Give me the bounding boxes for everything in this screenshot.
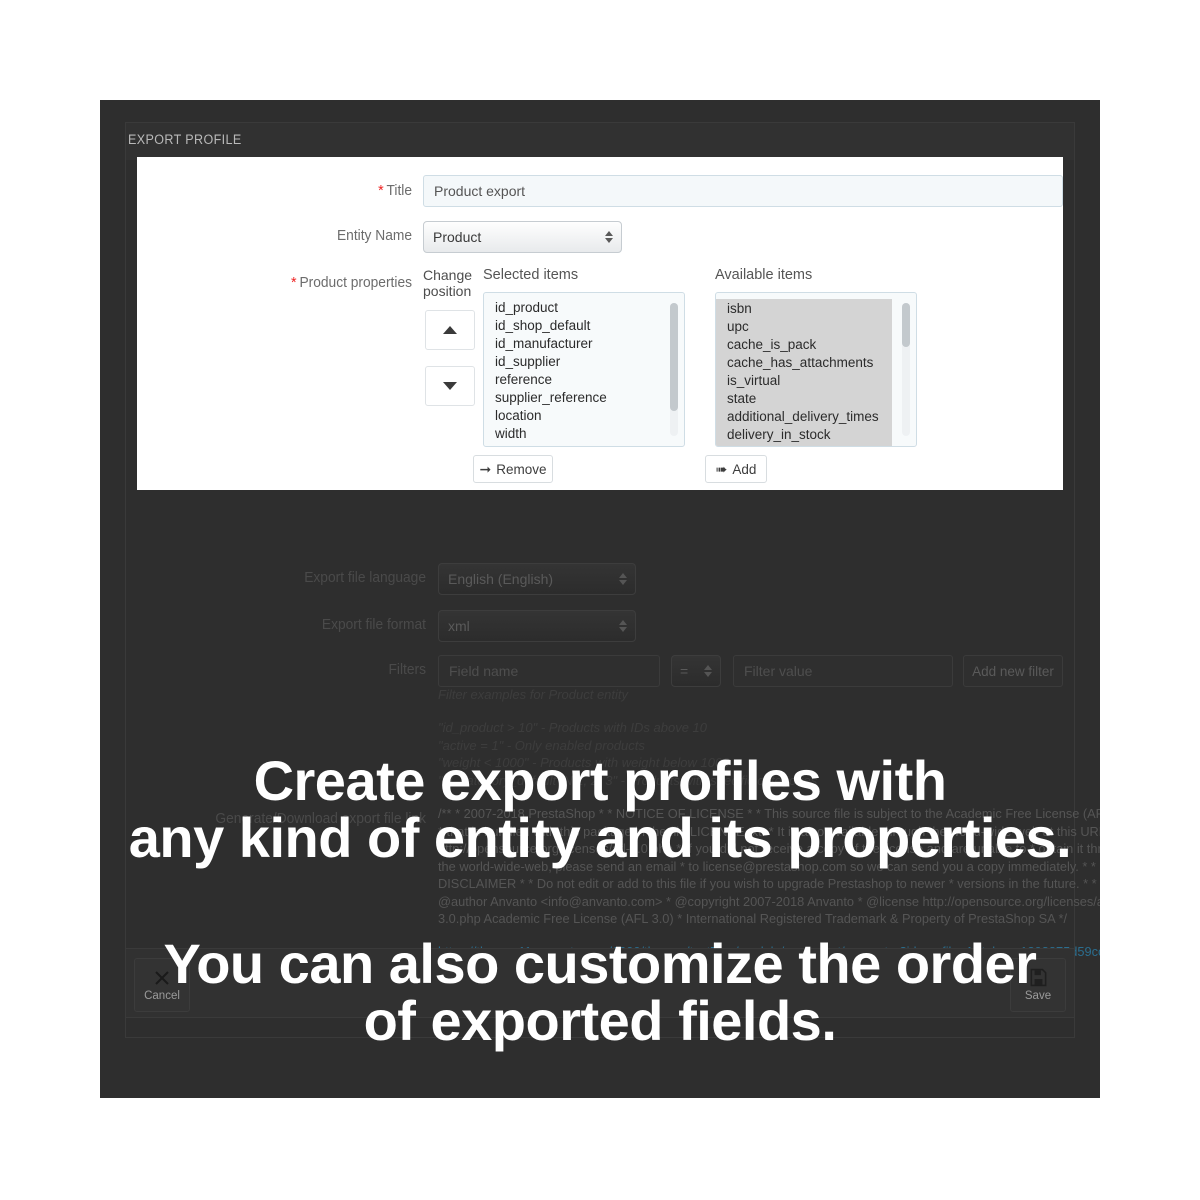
list-item[interactable]: isbn <box>716 300 892 318</box>
overlay-headline-2: You can also customize the order of expo… <box>0 935 1200 1049</box>
entity-name-label: Entity Name <box>336 228 412 244</box>
list-item[interactable]: delivery_in_stock <box>716 426 892 444</box>
selected-items-header: Selected items <box>483 267 579 283</box>
selected-items-listbox[interactable]: id_product id_shop_default id_manufacturer… <box>483 292 685 447</box>
filter-field-input[interactable]: Field name <box>438 655 660 687</box>
filter-operator-select[interactable]: = <box>671 655 721 687</box>
product-properties-required-asterisk: * <box>291 274 297 291</box>
available-items-scrollbar[interactable] <box>902 303 910 436</box>
arrow-left-icon: ➠ <box>715 461 728 477</box>
product-properties-label: * Product properties <box>179 274 412 291</box>
add-new-filter-label: Add new filter <box>972 663 1054 679</box>
select-arrows-icon <box>618 618 627 634</box>
move-up-button[interactable] <box>425 310 475 350</box>
title-label-text: Title <box>386 183 412 199</box>
overlay-line-3: You can also customize the order <box>163 932 1037 995</box>
available-items-listbox[interactable]: isbn upc cache_is_pack cache_has_attachment… <box>715 292 917 447</box>
change-position-label: Change position <box>423 267 473 299</box>
select-arrows-icon <box>618 571 627 587</box>
export-language-value: English (English) <box>448 571 554 587</box>
filter-field-placeholder: Field name <box>449 663 519 679</box>
filters-label: Filters <box>388 662 426 678</box>
title-value: Product export <box>434 183 526 199</box>
entity-name-value: Product <box>433 229 482 245</box>
list-item[interactable]: id_product <box>484 299 682 317</box>
arrow-right-icon: ➞ <box>479 461 492 477</box>
select-arrows-icon <box>703 663 712 679</box>
move-down-button[interactable] <box>425 366 475 406</box>
export-format-select[interactable]: xml <box>438 610 636 642</box>
available-items-header: Available items <box>715 267 813 283</box>
list-item[interactable]: is_virtual <box>716 372 892 390</box>
panel-header: EXPORT PROFILE <box>125 122 1075 160</box>
add-button[interactable]: ➠ Add <box>705 455 767 483</box>
export-format-value: xml <box>448 618 470 634</box>
chevron-up-icon <box>443 326 457 334</box>
entity-name-select[interactable]: Product <box>423 221 622 253</box>
overlay-headline-1: Create export profiles with any kind of … <box>0 752 1200 866</box>
list-item[interactable]: location <box>484 407 682 425</box>
overlay-line-2: any kind of entity and its properties. <box>128 806 1072 869</box>
remove-button-label: Remove <box>496 461 547 477</box>
page-title: EXPORT PROFILE <box>128 132 242 147</box>
title-required-asterisk: * <box>378 182 384 199</box>
remove-button[interactable]: ➞ Remove <box>473 455 553 483</box>
list-item[interactable]: width <box>484 425 682 443</box>
title-label: * Title <box>179 182 412 199</box>
list-item[interactable]: state <box>716 390 892 408</box>
chevron-down-icon <box>443 382 457 390</box>
list-item[interactable]: cache_has_attachments <box>716 354 892 372</box>
title-input[interactable]: Product export <box>423 175 1063 207</box>
selected-items-scrollbar[interactable] <box>670 303 678 436</box>
product-properties-label-text: Product properties <box>299 275 412 291</box>
add-button-label: Add <box>732 461 757 477</box>
list-item[interactable]: id_supplier <box>484 353 682 371</box>
add-new-filter-button[interactable]: Add new filter <box>963 655 1063 687</box>
export-format-label: Export file format <box>321 617 426 633</box>
filter-value-input[interactable]: Filter value <box>733 655 953 687</box>
list-item[interactable]: upc <box>716 318 892 336</box>
list-item[interactable]: id_shop_default <box>484 317 682 335</box>
highlighted-form-region: * Title Product export Entity Name Produc… <box>137 157 1063 490</box>
overlay-line-1: Create export profiles with <box>253 749 947 812</box>
filter-value-placeholder: Filter value <box>744 663 813 679</box>
export-language-select[interactable]: English (English) <box>438 563 636 595</box>
filter-operator-value: = <box>680 663 689 679</box>
export-language-label: Export file language <box>304 570 426 586</box>
list-item[interactable]: reference <box>484 371 682 389</box>
filter-examples-title: Filter examples for Product entity <box>438 687 629 702</box>
list-item[interactable]: supplier_reference <box>484 389 682 407</box>
overlay-line-4: of exported fields. <box>363 989 837 1052</box>
list-item[interactable]: additional_delivery_times <box>716 408 892 426</box>
list-item[interactable]: id_manufacturer <box>484 335 682 353</box>
scrollbar-thumb[interactable] <box>670 303 678 411</box>
scrollbar-thumb[interactable] <box>902 303 910 347</box>
list-item[interactable]: cache_is_pack <box>716 336 892 354</box>
select-arrows-icon <box>604 229 613 245</box>
